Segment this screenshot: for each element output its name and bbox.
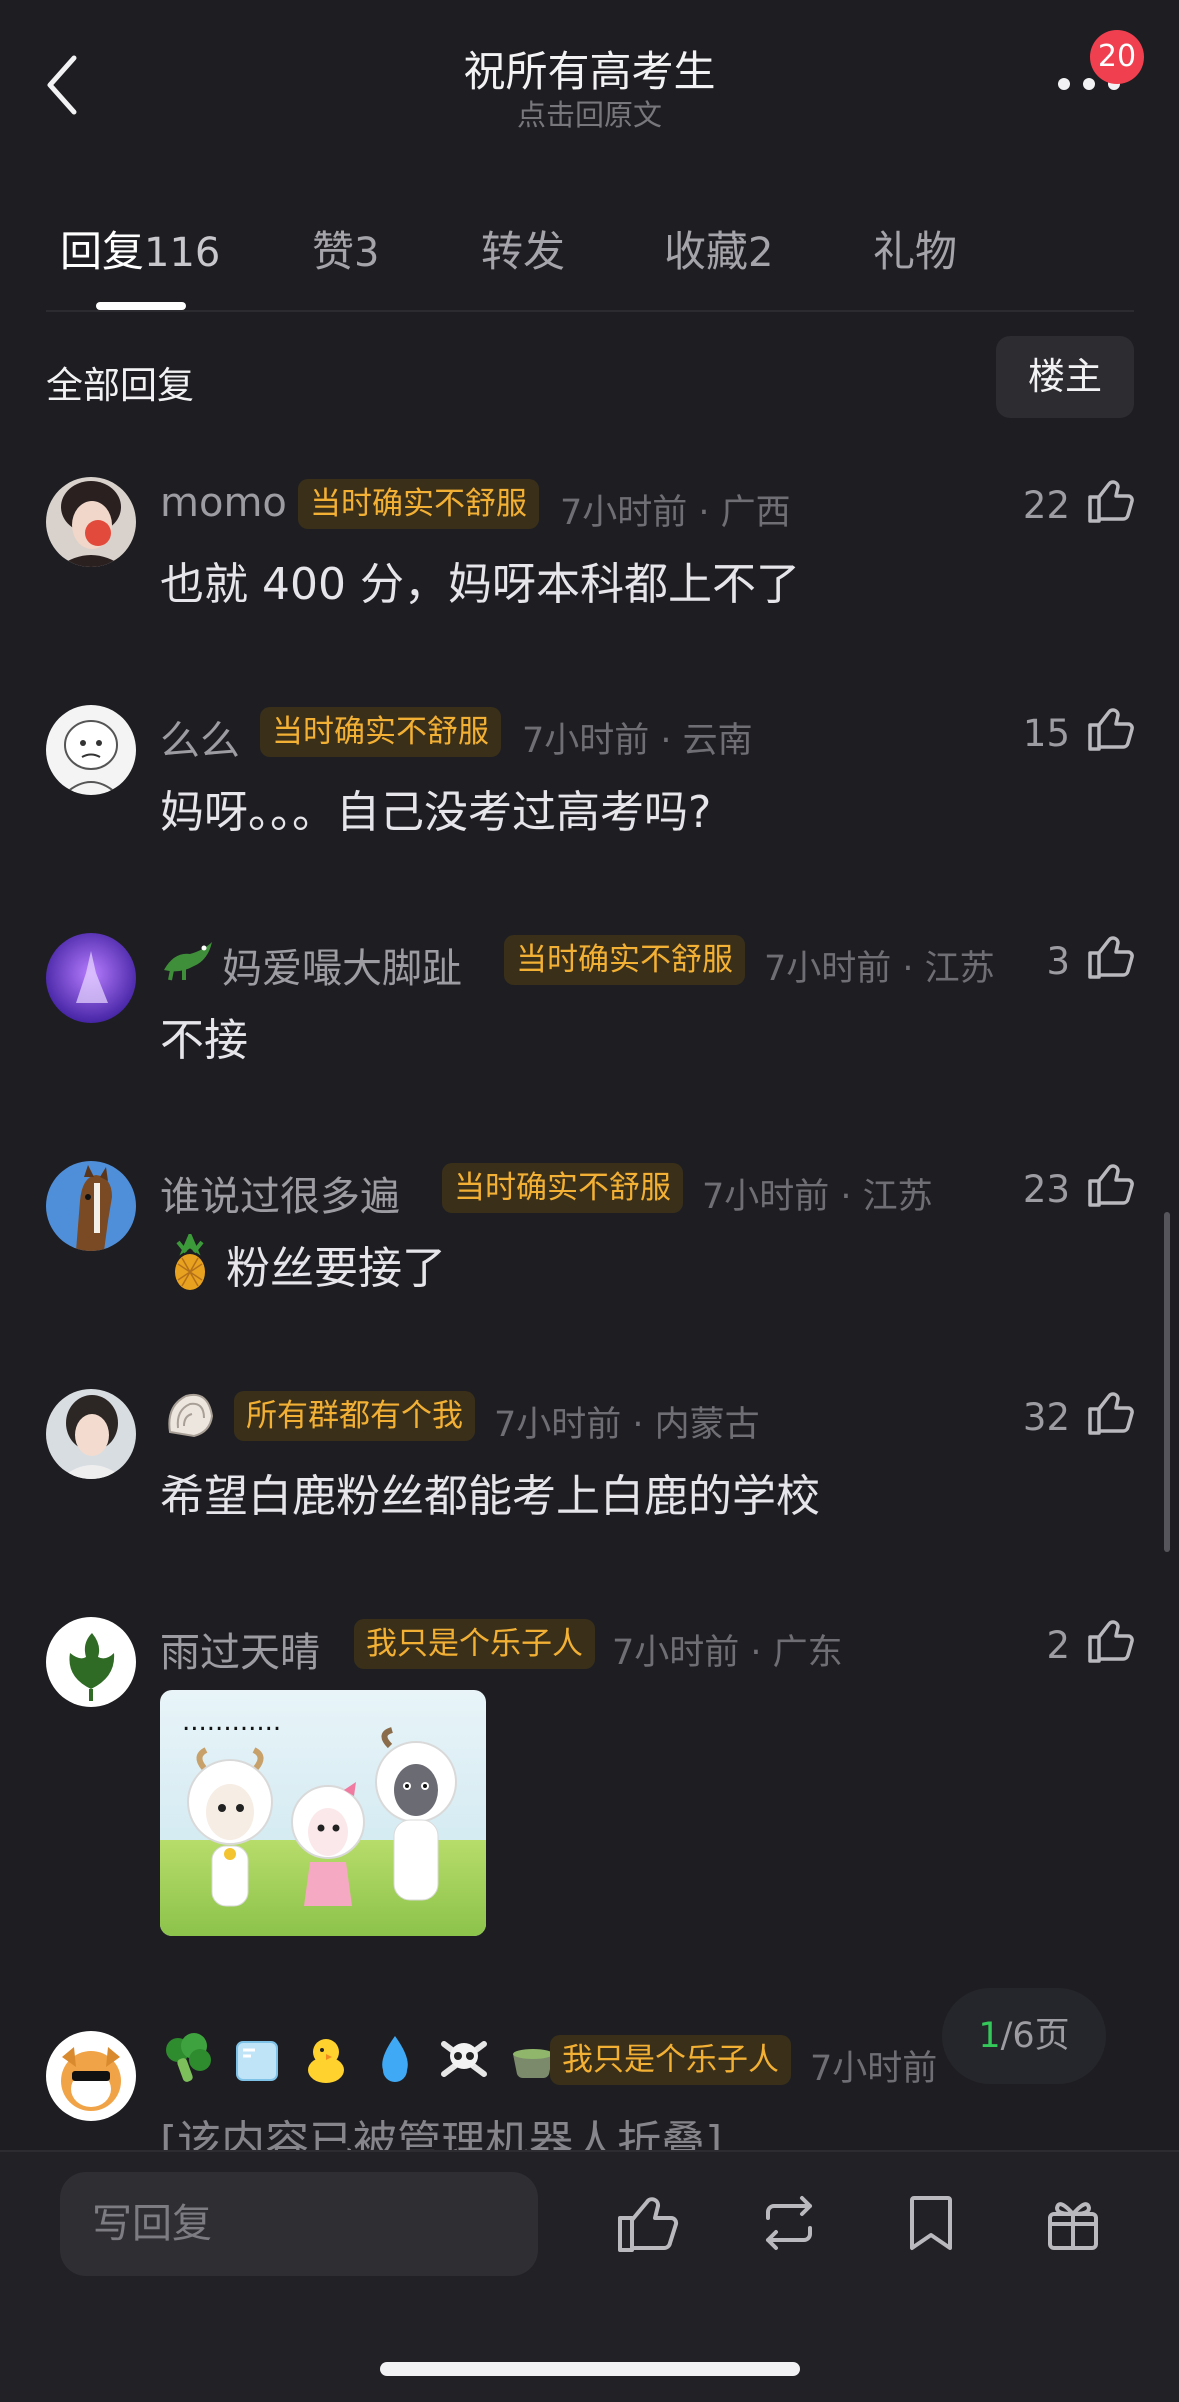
tab-label: 赞 (312, 227, 355, 276)
like-icon[interactable] (614, 2190, 680, 2256)
tab-label: 礼物 (873, 227, 958, 276)
like-icon[interactable] (1085, 1615, 1135, 1665)
active-tab-indicator (96, 302, 186, 310)
crocodile-emoji-icon (164, 942, 212, 981)
like-count: 32 (1022, 1396, 1070, 1439)
tab-count: 116 (144, 230, 221, 276)
comment-text: 不接 (160, 1015, 248, 1066)
like-icon[interactable] (1085, 475, 1135, 525)
username[interactable]: 雨过天晴 (160, 1620, 320, 1678)
broccoli-emoji-icon (166, 2033, 211, 2082)
avatar[interactable] (46, 2031, 136, 2121)
like-count: 15 (1022, 712, 1070, 755)
user-tag: 我只是个乐子人 (354, 1619, 595, 1669)
tab-label: 回复 (60, 227, 145, 276)
scrollbar[interactable] (1164, 1212, 1170, 1552)
tab-favorites[interactable]: 收藏2 (664, 218, 773, 279)
tab-reposts[interactable]: 转发 (481, 218, 565, 279)
home-indicator (380, 2362, 800, 2376)
op-only-filter-button[interactable]: 楼主 (996, 336, 1134, 418)
page-indicator[interactable]: 1/6页 (942, 1988, 1106, 2084)
user-tag: 当时确实不舒服 (260, 707, 501, 757)
like-icon[interactable] (1085, 1387, 1135, 1437)
username[interactable]: 妈爱嘬大脚趾 (222, 936, 462, 994)
comment-meta: 7小时前 · 广东 (612, 1633, 843, 1673)
section-title: 全部回复 (46, 364, 194, 407)
comment-meta: 7小时前 · 云南 (522, 721, 753, 761)
tab-label: 转发 (481, 227, 566, 276)
avatar[interactable] (46, 705, 136, 795)
tab-gifts[interactable]: 礼物 (873, 218, 957, 279)
user-tag: 我只是个乐子人 (550, 2035, 791, 2085)
like-count: 3 (1046, 940, 1070, 983)
meme-ellipsis-text: ............ (182, 1707, 281, 1737)
avatar[interactable] (46, 1617, 136, 1707)
comment-text: 妈呀。。。自己没考过高考吗? (160, 787, 712, 838)
total-pages: /6页 (1000, 2016, 1070, 2056)
like-count: 2 (1046, 1624, 1070, 1667)
username[interactable]: 谁说过很多遍 (160, 1164, 400, 1222)
tab-label: 收藏 (664, 227, 749, 276)
user-tag: 当时确实不舒服 (504, 935, 745, 985)
comment-meta: 7小时前 · 江苏 (764, 949, 995, 989)
reply-input[interactable]: 写回复 (60, 2172, 538, 2276)
ice-cube-emoji-icon (236, 2041, 279, 2081)
like-icon[interactable] (1085, 1159, 1135, 1209)
user-tag: 所有群都有个我 (234, 1391, 475, 1441)
username[interactable]: momo (160, 480, 287, 526)
user-tag: 当时确实不舒服 (442, 1163, 683, 1213)
comment-meta: 7小时前 · 内蒙古 (494, 1405, 760, 1445)
comment-meta: 7小时前 (810, 2049, 938, 2089)
comment-meta: 7小时前 · 广西 (560, 493, 791, 533)
tab-count: 2 (748, 230, 774, 276)
comment-text: 也就 400 分，妈呀本科都上不了 (160, 559, 800, 610)
avatar[interactable] (46, 1161, 136, 1251)
sheep-cartoon-image: ............ (160, 1690, 486, 1936)
gift-icon[interactable] (1040, 2190, 1106, 2256)
bookmark-icon[interactable] (898, 2190, 964, 2256)
current-page: 1 (978, 2016, 1001, 2056)
notification-badge: 20 (1090, 30, 1144, 84)
droplet-emoji-icon (382, 2036, 409, 2082)
meme-image[interactable]: ............ (160, 1690, 486, 1936)
avatar[interactable] (46, 1389, 136, 1479)
like-count: 23 (1022, 1168, 1070, 1211)
comment-text: 粉丝要接了 (226, 1243, 446, 1294)
shell-emoji-icon (168, 1394, 214, 1438)
like-icon[interactable] (1085, 931, 1135, 981)
user-tag: 当时确实不舒服 (298, 479, 539, 529)
comment-text: 希望白鹿粉丝都能考上白鹿的学校 (160, 1471, 820, 1522)
comment-meta: 7小时前 · 江苏 (702, 1177, 933, 1217)
like-count: 22 (1022, 484, 1070, 527)
divider (46, 310, 1134, 312)
avatar[interactable] (46, 477, 136, 567)
skull-crossbones-emoji-icon (441, 2041, 488, 2077)
avatar[interactable] (46, 933, 136, 1023)
tab-replies[interactable]: 回复116 (60, 218, 220, 279)
pineapple-emoji-icon (175, 1234, 205, 1290)
back-to-original-link[interactable]: 点击回原文 (0, 92, 1179, 134)
tab-likes[interactable]: 赞3 (312, 218, 379, 279)
chick-emoji-icon (308, 2039, 345, 2083)
tab-count: 3 (354, 230, 380, 276)
like-icon[interactable] (1085, 703, 1135, 753)
page-title[interactable]: 祝所有高考生 (0, 38, 1179, 99)
emoji-row (160, 2030, 561, 2086)
username[interactable]: 么么 (160, 708, 240, 766)
retweet-icon[interactable] (756, 2190, 822, 2256)
